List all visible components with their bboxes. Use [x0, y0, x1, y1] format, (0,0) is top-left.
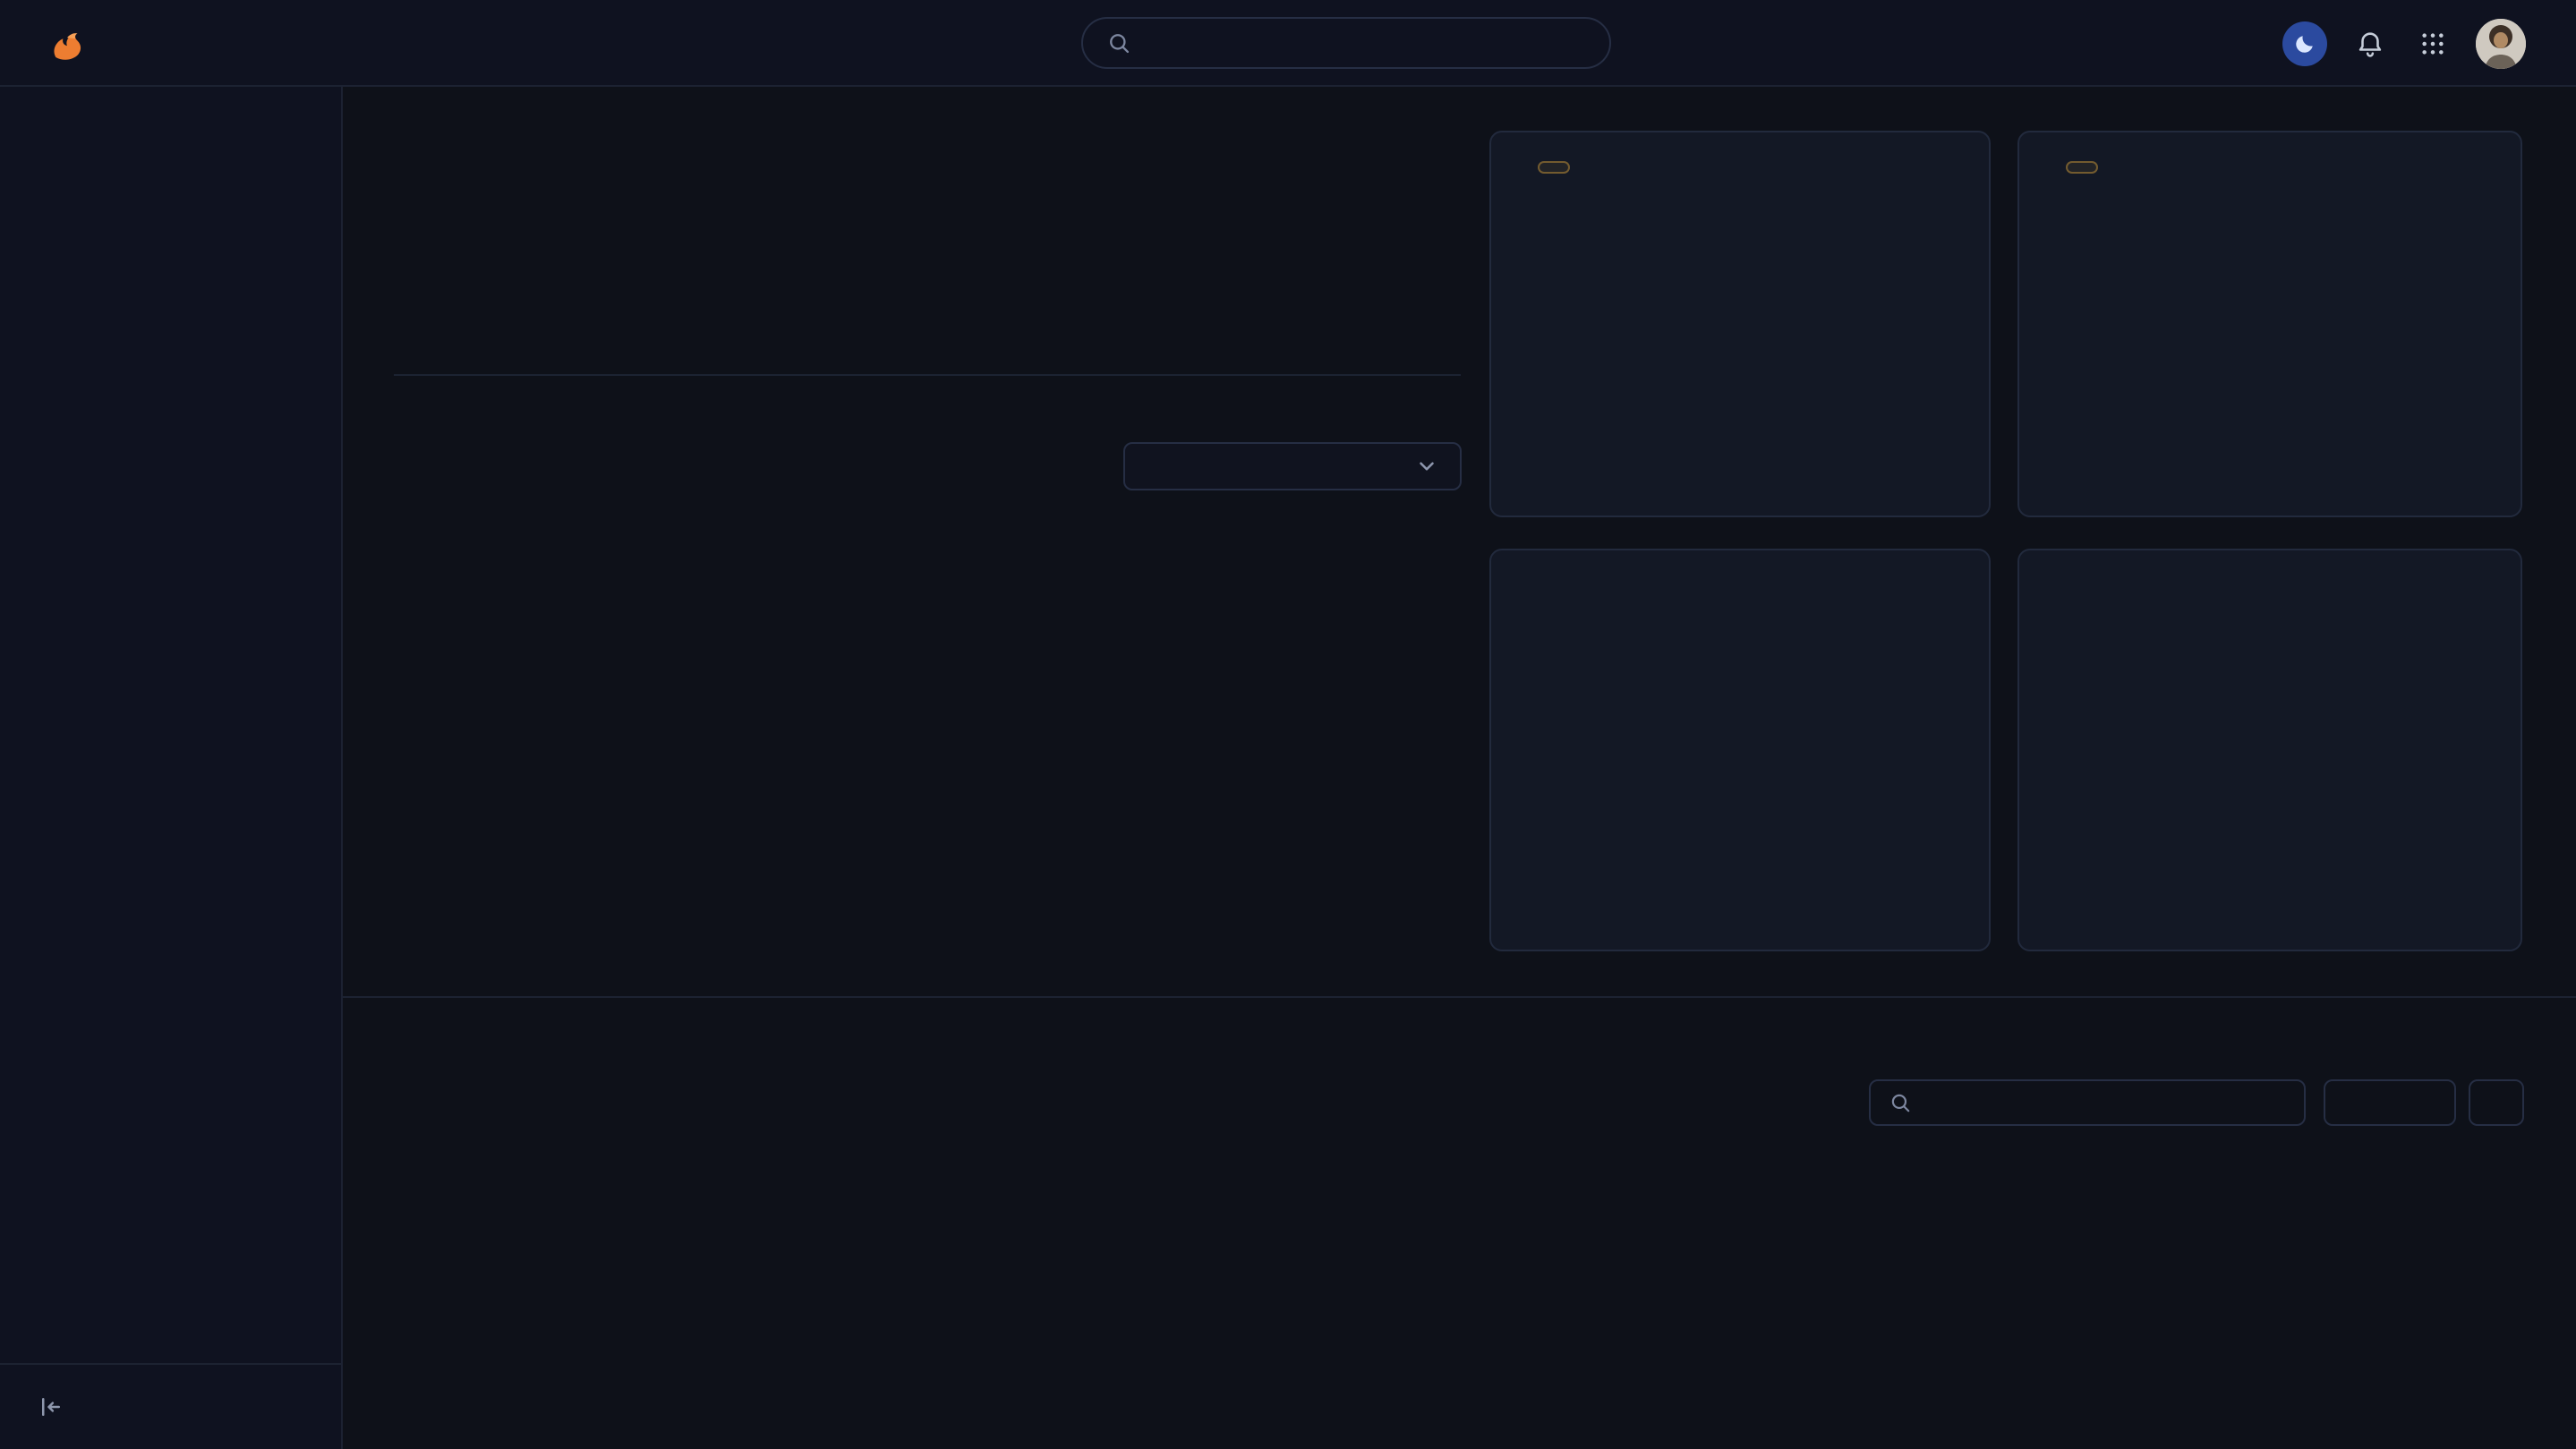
total-orders-badge: [1538, 161, 1570, 174]
apps-grid-button[interactable]: [2413, 24, 2452, 64]
collapse-left-icon: [38, 1394, 64, 1420]
avatar-photo-icon: [2476, 19, 2526, 69]
paying-gauge-chart: [2146, 667, 2397, 814]
chevron-down-icon: [1415, 455, 1438, 478]
user-avatar[interactable]: [2476, 19, 2526, 69]
all-products-button[interactable]: [2324, 1079, 2456, 1126]
phoenix-flame-icon: [47, 23, 88, 64]
top-coupons-card: [1489, 549, 1991, 951]
coupons-donut-center: [1668, 661, 1816, 810]
theme-toggle-button[interactable]: [2282, 21, 2327, 66]
new-customers-badge: [2066, 161, 2098, 174]
global-search: [1081, 17, 1611, 69]
paying-card: [2017, 549, 2522, 951]
search-input[interactable]: [1144, 30, 1586, 57]
search-icon: [1106, 30, 1131, 55]
notifications-bell-button[interactable]: [2350, 24, 2390, 64]
total-orders-card: [1489, 131, 1991, 517]
bell-icon: [2355, 29, 2385, 59]
more-options-button[interactable]: [2469, 1079, 2524, 1126]
moon-icon: [2292, 31, 2317, 56]
search-icon: [1889, 1091, 1912, 1114]
new-customers-chart: [2048, 252, 2492, 467]
date-range-select[interactable]: [1123, 442, 1462, 490]
reviews-search-input[interactable]: [1924, 1089, 2286, 1117]
apps-grid-icon: [2418, 30, 2447, 58]
reviews-search: [1869, 1079, 2306, 1126]
ecommerce-dashboard-app: [0, 0, 2576, 1449]
sidebar: [0, 87, 343, 1449]
top-navbar: [0, 0, 2576, 87]
collapsed-view-toggle[interactable]: [0, 1363, 341, 1449]
total-sells-chart: [401, 533, 1457, 916]
new-customers-card: [2017, 131, 2522, 517]
navbar-actions: [2282, 0, 2526, 87]
brand-logo[interactable]: [47, 0, 100, 87]
